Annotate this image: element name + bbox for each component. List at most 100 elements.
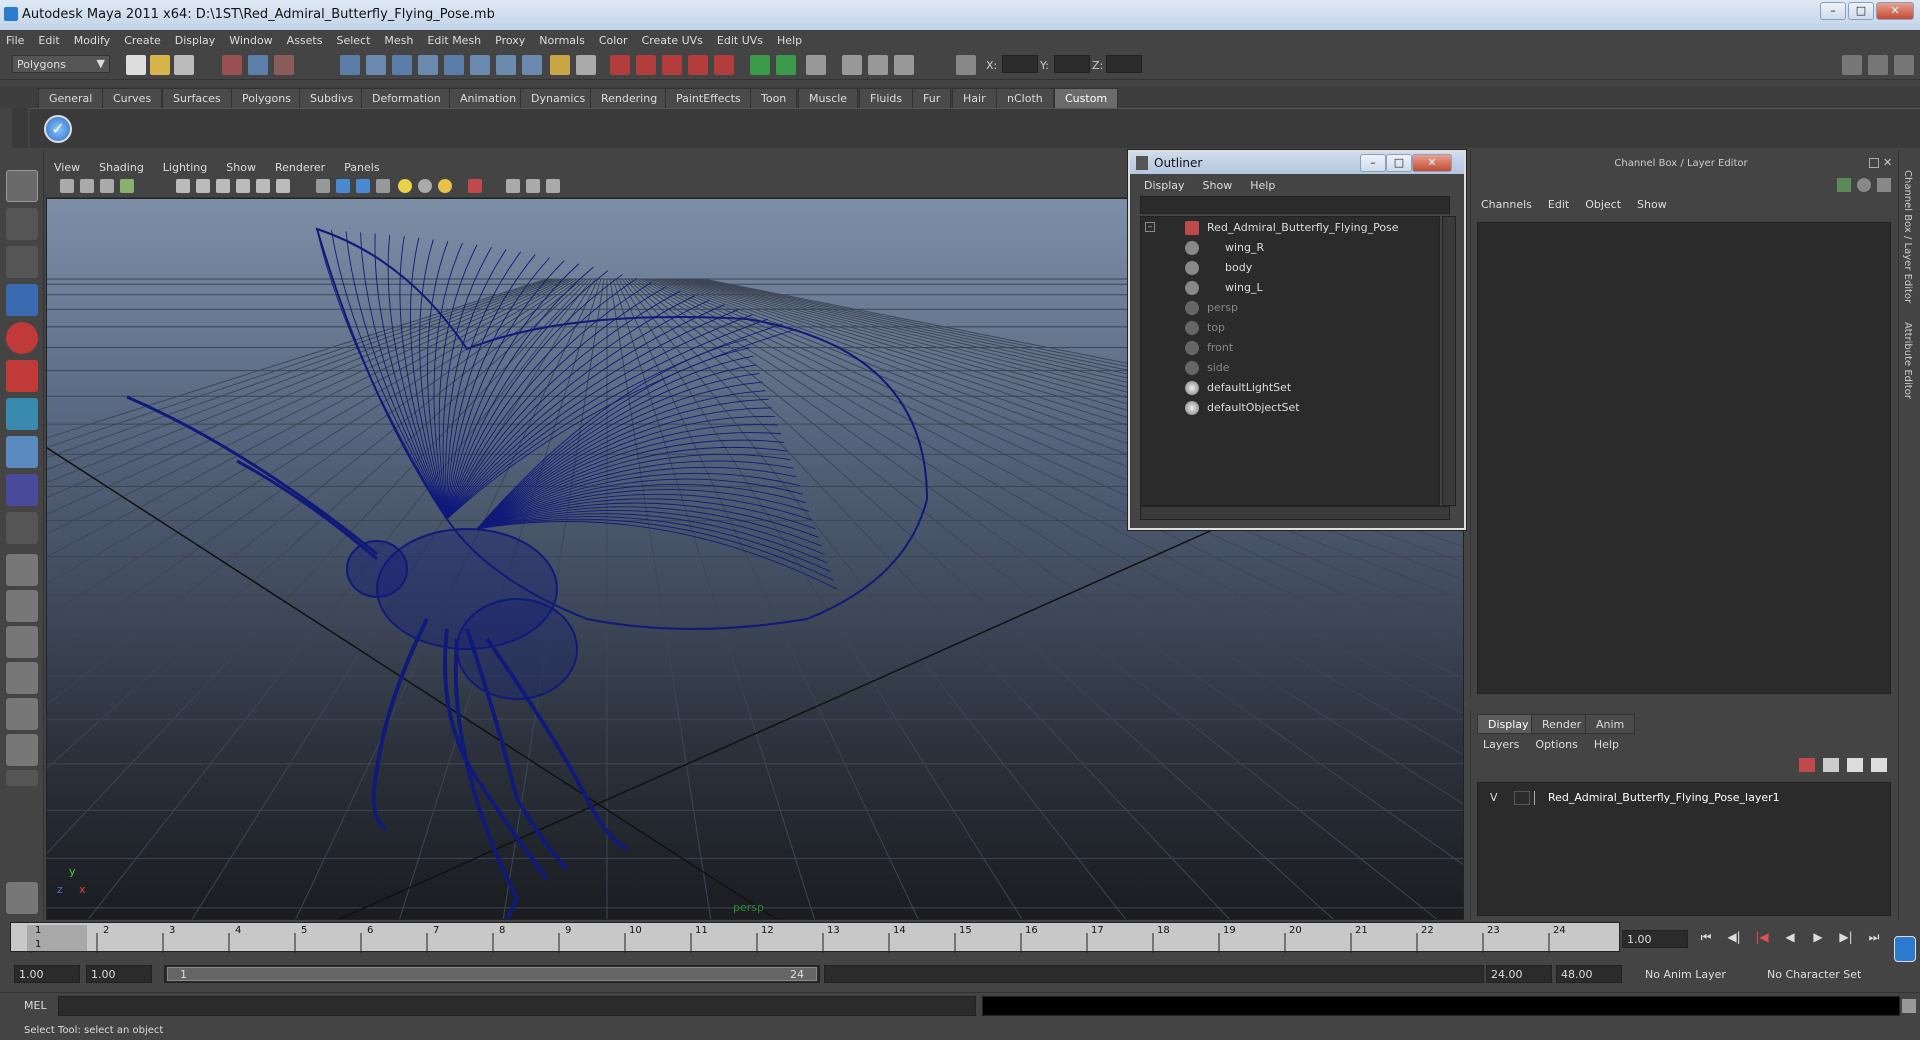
- paint-effects-icon[interactable]: [6, 882, 38, 914]
- minimize-button[interactable]: –: [1820, 2, 1846, 20]
- outliner-filter-field[interactable]: [1140, 196, 1450, 214]
- playback-end-field[interactable]: 24.00: [1486, 965, 1552, 983]
- start-time-field[interactable]: 1.00: [14, 965, 80, 983]
- menu-file[interactable]: File: [6, 34, 24, 47]
- scale-tool-icon[interactable]: [6, 360, 38, 392]
- menu-color[interactable]: Color: [599, 34, 628, 47]
- shelf-tab-muscle[interactable]: Muscle: [798, 88, 859, 108]
- outliner-menu-display[interactable]: Display: [1144, 179, 1185, 192]
- default-lighting-icon[interactable]: [398, 179, 412, 193]
- outliner-item[interactable]: wing_R: [1141, 239, 1439, 257]
- viewport-menu-show[interactable]: Show: [226, 161, 256, 174]
- speed-icon[interactable]: [1857, 178, 1871, 192]
- xray-icon[interactable]: [468, 179, 482, 193]
- viewport-more-icon[interactable]: [546, 179, 560, 193]
- close-button[interactable]: ✕: [1876, 2, 1914, 20]
- go-to-end-icon[interactable]: ⏭: [1864, 930, 1884, 948]
- checkmark-icon[interactable]: ✓: [44, 115, 72, 143]
- layer-menu-help[interactable]: Help: [1594, 738, 1619, 751]
- last-tool-icon[interactable]: [6, 512, 38, 544]
- shelf-tab-dynamics[interactable]: Dynamics: [520, 88, 597, 108]
- bookmarks-icon[interactable]: [100, 179, 114, 193]
- viewport-menu-shading[interactable]: Shading: [99, 161, 144, 174]
- channel-box-menu-channels[interactable]: Channels: [1481, 198, 1532, 211]
- shadows-icon[interactable]: [438, 179, 452, 193]
- character-set-dropdown[interactable]: No Character Set: [1762, 965, 1886, 983]
- transform-mode-icon[interactable]: [956, 55, 976, 75]
- outliner-item[interactable]: front: [1141, 339, 1439, 357]
- camera-select-icon[interactable]: [60, 179, 74, 193]
- channel-box-menu-edit[interactable]: Edit: [1548, 198, 1569, 211]
- manipulator-icon[interactable]: [1837, 178, 1851, 192]
- select-hierarchy-icon[interactable]: [222, 55, 242, 75]
- menu-display[interactable]: Display: [175, 34, 216, 47]
- show-tool-settings-icon[interactable]: [1868, 55, 1888, 75]
- menu-normals[interactable]: Normals: [539, 34, 585, 47]
- shelf-tab-deformation[interactable]: Deformation: [361, 88, 452, 108]
- render-view-icon[interactable]: [714, 55, 734, 75]
- step-back-frame-icon[interactable]: |◀: [1752, 930, 1772, 948]
- menu-create[interactable]: Create: [124, 34, 161, 47]
- command-language-label[interactable]: MEL: [24, 999, 47, 1012]
- save-scene-icon[interactable]: [174, 55, 194, 75]
- four-view-layout-icon[interactable]: [6, 590, 38, 622]
- layer-tab-anim[interactable]: Anim: [1585, 714, 1636, 734]
- shelf-tab-toon[interactable]: Toon: [750, 88, 798, 108]
- snap-grid-icon[interactable]: [340, 55, 360, 75]
- show-manipulator-icon[interactable]: [6, 474, 38, 506]
- menu-mesh[interactable]: Mesh: [384, 34, 413, 47]
- rename-icon[interactable]: [776, 55, 796, 75]
- outliner-item[interactable]: defaultObjectSet: [1141, 399, 1439, 417]
- soft-mod-tool-icon[interactable]: [6, 436, 38, 468]
- play-backward-icon[interactable]: ◀: [1780, 930, 1800, 948]
- snap-curve-icon[interactable]: [366, 55, 386, 75]
- input-line-icon[interactable]: [750, 55, 770, 75]
- outliner-item[interactable]: persp: [1141, 299, 1439, 317]
- render-icon[interactable]: [610, 55, 630, 75]
- layer-menu-layers[interactable]: Layers: [1483, 738, 1519, 751]
- menu-edit-mesh[interactable]: Edit Mesh: [427, 34, 481, 47]
- wireframe-on-shaded-icon[interactable]: [356, 179, 370, 193]
- shelf-tab-rendering[interactable]: Rendering: [590, 88, 669, 108]
- outliner-maximize-button[interactable]: □: [1386, 154, 1412, 172]
- layer-remove-icon[interactable]: [1871, 758, 1887, 772]
- layer-tab-render[interactable]: Render: [1531, 714, 1593, 734]
- hypershade-icon[interactable]: [688, 55, 708, 75]
- layer-editor-icon[interactable]: [894, 55, 914, 75]
- render-settings-icon[interactable]: [662, 55, 682, 75]
- camera-attributes-icon[interactable]: [80, 179, 94, 193]
- outliner-item[interactable]: top: [1141, 319, 1439, 337]
- menu-window[interactable]: Window: [229, 34, 272, 47]
- show-attribute-editor-icon[interactable]: [1842, 55, 1862, 75]
- open-scene-icon[interactable]: [150, 55, 170, 75]
- show-channel-box-icon[interactable]: [1894, 55, 1914, 75]
- rotate-tool-icon[interactable]: [6, 322, 38, 354]
- layer-color-swatch[interactable]: [1534, 791, 1544, 805]
- side-tab-attribute-editor[interactable]: Attribute Editor: [1902, 322, 1913, 412]
- outliner-minimize-button[interactable]: –: [1360, 154, 1386, 172]
- time-slider[interactable]: 1 1 2 3 4 5 6 7 8 9 10 11 12 13 14 15 16…: [10, 922, 1620, 953]
- side-tab-channel-box[interactable]: Channel Box / Layer Editor: [1902, 170, 1913, 310]
- shelf-tab-ncloth[interactable]: nCloth: [996, 88, 1054, 108]
- layer-visibility-toggle[interactable]: V: [1490, 791, 1498, 804]
- channel-box-icon[interactable]: [868, 55, 888, 75]
- single-perspective-layout-icon[interactable]: [6, 554, 38, 586]
- lock-icon[interactable]: [550, 55, 570, 75]
- smooth-shade-icon[interactable]: [336, 179, 350, 193]
- move-tool-icon[interactable]: [6, 284, 38, 316]
- menu-select[interactable]: Select: [336, 34, 370, 47]
- menu-help[interactable]: Help: [777, 34, 802, 47]
- outliner-close-button[interactable]: ✕: [1412, 154, 1452, 172]
- select-object-icon[interactable]: [248, 55, 268, 75]
- mode-dropdown[interactable]: Polygons ▼: [12, 55, 110, 73]
- script-editor-icon[interactable]: [1902, 999, 1916, 1013]
- shelf-tab-polygons[interactable]: Polygons: [231, 88, 302, 108]
- select-component-icon[interactable]: [274, 55, 294, 75]
- outliner-item[interactable]: side: [1141, 359, 1439, 377]
- history-icon[interactable]: [470, 55, 490, 75]
- y-field[interactable]: [1054, 55, 1090, 73]
- paint-select-tool-icon[interactable]: [6, 246, 38, 278]
- outliner-menu-show[interactable]: Show: [1203, 179, 1233, 192]
- gate-mask-icon[interactable]: [236, 179, 250, 193]
- end-time-field[interactable]: 48.00: [1556, 965, 1622, 983]
